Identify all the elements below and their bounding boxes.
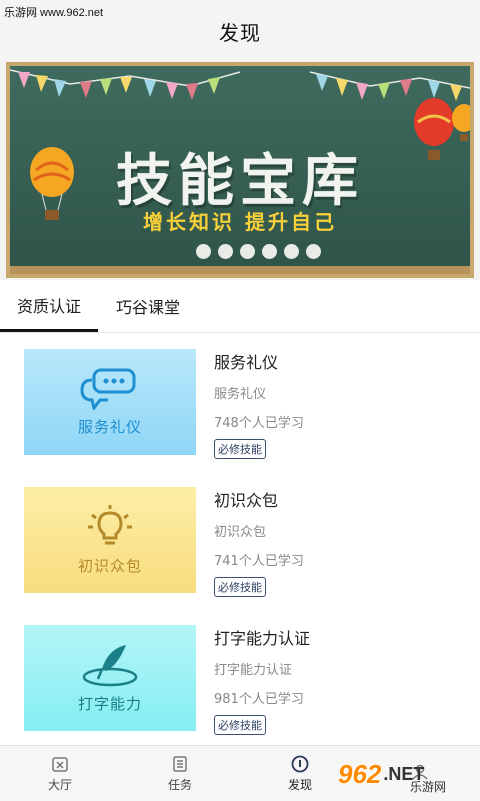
course-title: 打字能力认证 [214, 629, 311, 648]
tab-classroom[interactable]: 巧谷课堂 [98, 280, 198, 332]
course-subtitle: 服务礼仪 [214, 387, 267, 402]
required-skill-badge: 必修技能 [214, 439, 266, 459]
nav-label: 大厅 [47, 777, 72, 792]
banner-title: 技能宝库 [116, 149, 364, 214]
page-title: 发现 [219, 20, 261, 45]
course-info: 服务礼仪 服务礼仪 748个人已学习 必修技能 [214, 349, 304, 459]
tab-qualification[interactable]: 资质认证 [0, 280, 98, 332]
nav-item-hall[interactable]: 大厅 [0, 746, 120, 801]
chat-bubbles-icon [80, 368, 136, 410]
course-card[interactable]: 打字能力 打字能力认证 打字能力认证 981个人已学习 必修技能 [0, 609, 480, 745]
watermark-number: 962 [338, 758, 382, 789]
required-skill-badge: 必修技能 [214, 715, 266, 735]
required-skill-badge: 必修技能 [214, 577, 266, 597]
banner-dot[interactable] [262, 244, 277, 259]
nav-label: 发现 [287, 777, 312, 792]
learner-count: 741个人已学习 [214, 554, 304, 569]
course-thumbnail: 服务礼仪 [24, 349, 196, 455]
course-info: 打字能力认证 打字能力认证 981个人已学习 必修技能 [214, 625, 310, 735]
thumbnail-label: 打字能力 [77, 694, 142, 713]
thumbnail-label: 初识众包 [77, 556, 142, 575]
banner-dot[interactable] [306, 244, 321, 259]
banner-dot[interactable] [196, 244, 211, 259]
discover-icon [291, 755, 309, 772]
banner-pagination-dots [196, 244, 321, 259]
watermark-text: 乐游网 www.962.net [4, 7, 104, 19]
course-card[interactable]: 服务礼仪 服务礼仪 服务礼仪 748个人已学习 必修技能 [0, 333, 480, 471]
banner-dot[interactable] [218, 244, 233, 259]
bunting-decoration [10, 69, 470, 101]
banner-subtitle: 增长知识 提升自己 [143, 210, 337, 234]
course-subtitle: 打字能力认证 [214, 663, 293, 678]
course-thumbnail: 初识众包 [24, 487, 196, 593]
course-list: 服务礼仪 服务礼仪 服务礼仪 748个人已学习 必修技能 初识众包 初识众包 初… [0, 333, 480, 745]
learner-count: 748个人已学习 [214, 416, 304, 431]
category-tabs: 资质认证 巧谷课堂 [0, 280, 480, 333]
nav-label: 任务 [167, 777, 192, 792]
banner-dot[interactable] [284, 244, 299, 259]
thumbnail-label: 服务礼仪 [77, 417, 142, 436]
lightbulb-icon [88, 504, 132, 544]
banner[interactable]: 技能宝库 增长知识 提升自己 [6, 62, 474, 278]
course-card[interactable]: 初识众包 初识众包 初识众包 741个人已学习 必修技能 [0, 471, 480, 609]
chalk-ledge [10, 266, 470, 274]
banner-dot[interactable] [240, 244, 255, 259]
quill-icon [82, 644, 138, 686]
course-subtitle: 初识众包 [214, 525, 267, 540]
task-icon [173, 755, 187, 772]
course-info: 初识众包 初识众包 741个人已学习 必修技能 [214, 487, 304, 597]
learner-count: 981个人已学习 [214, 692, 304, 707]
course-title: 初识众包 [214, 491, 279, 510]
watermark-logo: 962 .NET 乐游网 [338, 752, 476, 796]
hall-icon [52, 756, 68, 772]
nav-item-tasks[interactable]: 任务 [120, 746, 240, 801]
course-thumbnail: 打字能力 [24, 625, 196, 731]
watermark-site: 乐游网 [410, 780, 447, 794]
course-title: 服务礼仪 [214, 353, 279, 372]
